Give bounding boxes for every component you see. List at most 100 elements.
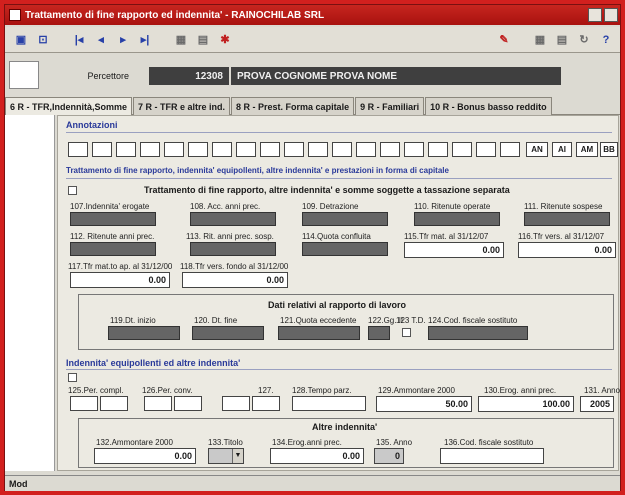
f115-field[interactable]: 0.00 (404, 242, 504, 258)
annotazione-field-17[interactable] (452, 142, 472, 157)
f136-field[interactable] (440, 448, 544, 464)
f122-field[interactable] (368, 326, 390, 340)
f124-field[interactable] (428, 326, 528, 340)
percettore-name-field[interactable]: PROVA COGNOME PROVA NOME (231, 67, 561, 85)
help-icon[interactable]: ? (598, 32, 614, 48)
f125-field-b[interactable] (100, 396, 128, 411)
annotazione-field-6[interactable] (188, 142, 208, 157)
annotazione-field-2[interactable] (92, 142, 112, 157)
f116-field[interactable]: 0.00 (518, 242, 616, 258)
main-window: Trattamento di fine rapporto ed indennit… (4, 4, 621, 491)
annotazione-field-4[interactable] (140, 142, 160, 157)
annotazioni-label: Annotazioni (66, 120, 118, 130)
next-record-icon[interactable]: ▸ (115, 32, 131, 48)
last-record-icon[interactable]: ▸| (137, 32, 153, 48)
indennita-checkbox[interactable] (68, 373, 77, 382)
percettore-label: Percettore (87, 71, 129, 81)
am-button[interactable]: AM (576, 142, 598, 157)
f123-checkbox[interactable] (402, 328, 411, 337)
f128-field[interactable] (292, 396, 366, 411)
exit-icon[interactable]: ⊡ (35, 32, 51, 48)
f131-label: 131. Anno (584, 386, 621, 395)
an-button[interactable]: AN (526, 142, 548, 157)
annotazione-field-9[interactable] (260, 142, 280, 157)
f130-field[interactable]: 100.00 (478, 396, 574, 412)
close-button[interactable] (604, 8, 618, 22)
f129-label: 129.Ammontare 2000 (378, 386, 455, 395)
f118-label: 118.Tfr vers. fondo al 31/12/00 (180, 262, 289, 271)
f119-field[interactable] (108, 326, 180, 340)
f125-field-a[interactable] (70, 396, 98, 411)
tfr-checkbox[interactable] (68, 186, 77, 195)
f114-field[interactable] (302, 242, 388, 256)
f117-field[interactable]: 0.00 (70, 272, 170, 288)
f132-field[interactable]: 0.00 (94, 448, 196, 464)
chevron-down-icon[interactable]: ▼ (232, 449, 243, 463)
f127-field-a[interactable] (222, 396, 250, 411)
annotazione-field-8[interactable] (236, 142, 256, 157)
f126-field-b[interactable] (174, 396, 202, 411)
annotazione-field-1[interactable] (68, 142, 88, 157)
search-icon[interactable]: ✱ (217, 32, 233, 48)
refresh-icon[interactable]: ↻ (576, 32, 592, 48)
annotazione-field-16[interactable] (428, 142, 448, 157)
f130-label: 130.Erog. anni prec. (484, 386, 557, 395)
annotazione-field-3[interactable] (116, 142, 136, 157)
tab-7r[interactable]: 7 R - TFR e altre ind. (133, 97, 231, 115)
f111-field[interactable] (524, 212, 610, 226)
annotazione-field-14[interactable] (380, 142, 400, 157)
tab-9r[interactable]: 9 R - Familiari (355, 97, 425, 115)
tfr-divider (66, 178, 612, 179)
indennita-section-title: Indennita' equipollenti ed altre indenni… (66, 358, 241, 368)
annotazione-field-12[interactable] (332, 142, 352, 157)
minimize-button[interactable] (588, 8, 602, 22)
percettore-code-field[interactable]: 12308 (149, 67, 229, 85)
f110-field[interactable] (414, 212, 500, 226)
tab-8r[interactable]: 8 R - Prest. Forma capitale (231, 97, 355, 115)
annotazione-field-15[interactable] (404, 142, 424, 157)
f129-field[interactable]: 50.00 (376, 396, 472, 412)
f121-field[interactable] (278, 326, 360, 340)
prev-record-icon[interactable]: ◂ (93, 32, 109, 48)
annotazione-field-11[interactable] (308, 142, 328, 157)
calc-icon[interactable]: ▤ (554, 32, 570, 48)
annotazione-field-7[interactable] (212, 142, 232, 157)
annotazione-field-18[interactable] (476, 142, 496, 157)
bb-button[interactable]: BB (600, 142, 618, 157)
f113-label: 113. Rit. anni prec. sosp. (186, 232, 274, 241)
print-icon[interactable]: ▦ (173, 32, 189, 48)
tab-10r[interactable]: 10 R - Bonus basso reddito (425, 97, 552, 115)
altre-indennita-title: Altre indennita' (312, 422, 378, 432)
ai-button[interactable]: AI (552, 142, 572, 157)
annotazione-field-19[interactable] (500, 142, 520, 157)
print-preview-icon[interactable]: ▤ (195, 32, 211, 48)
table-icon[interactable]: ▦ (532, 32, 548, 48)
f127-label: 127. (258, 386, 274, 395)
f113-field[interactable] (190, 242, 276, 256)
f109-field[interactable] (302, 212, 388, 226)
f126-label: 126.Per. conv. (142, 386, 193, 395)
annotazione-field-10[interactable] (284, 142, 304, 157)
tools-icon[interactable]: ✎ (496, 32, 512, 48)
indennita-divider (66, 369, 612, 370)
tab-6r[interactable]: 6 R - TFR,Indennità,Somme (5, 97, 133, 115)
f133-dropdown[interactable]: ▼ (208, 448, 244, 464)
f134-field[interactable]: 0.00 (270, 448, 364, 464)
f127-field-b[interactable] (252, 396, 280, 411)
save-icon[interactable]: ▣ (13, 32, 29, 48)
f108-label: 108. Acc. anni prec. (190, 202, 261, 211)
left-panel (5, 115, 55, 471)
f120-field[interactable] (192, 326, 264, 340)
f135-field[interactable]: 0 (374, 448, 404, 464)
f108-field[interactable] (190, 212, 276, 226)
annotazione-field-13[interactable] (356, 142, 376, 157)
f107-field[interactable] (70, 212, 156, 226)
f131-field[interactable]: 2005 (580, 396, 614, 412)
first-record-icon[interactable]: |◂ (71, 32, 87, 48)
f118-field[interactable]: 0.00 (182, 272, 288, 288)
f126-field-a[interactable] (144, 396, 172, 411)
annotazione-field-5[interactable] (164, 142, 184, 157)
f112-field[interactable] (70, 242, 156, 256)
f133-label: 133.Titolo (208, 438, 243, 447)
f114-label: 114.Quota confluita (302, 232, 371, 241)
